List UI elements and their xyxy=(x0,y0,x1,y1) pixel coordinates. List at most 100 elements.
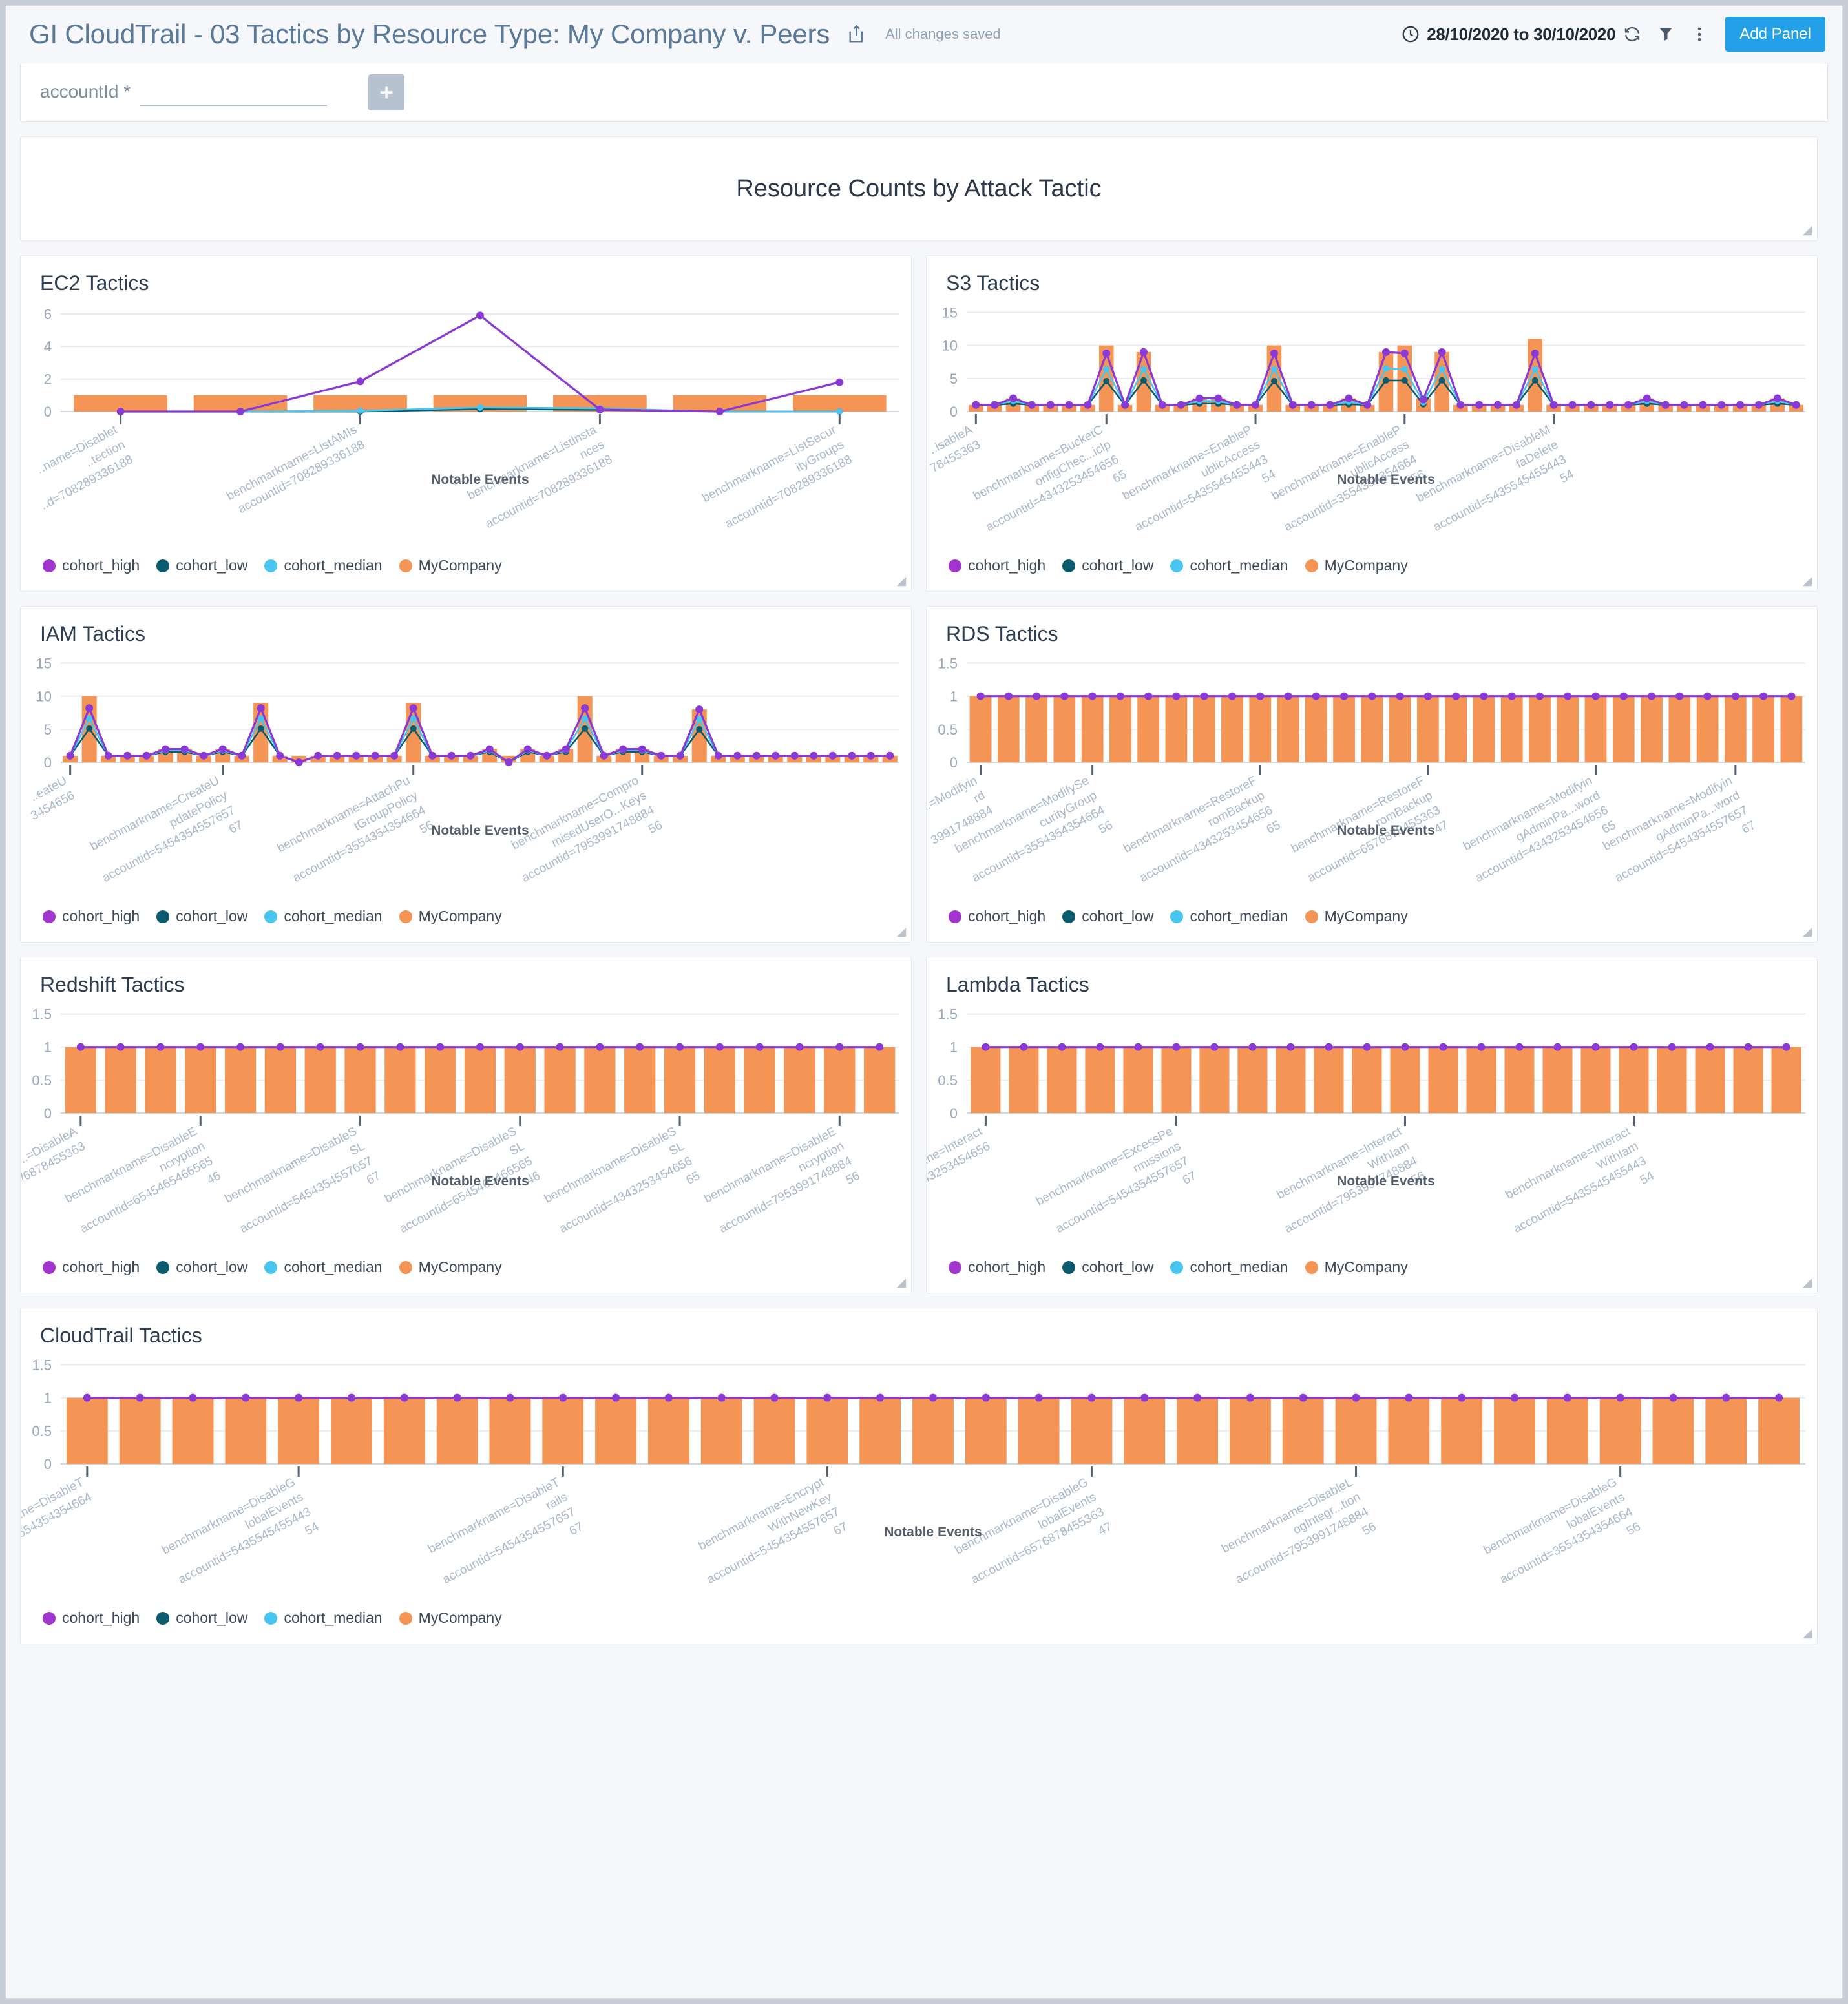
bar[interactable] xyxy=(1600,1398,1641,1464)
bar[interactable] xyxy=(624,1047,655,1113)
bar[interactable] xyxy=(1613,696,1635,762)
bar[interactable] xyxy=(971,1047,1000,1113)
data-point[interactable] xyxy=(396,1043,404,1051)
data-point[interactable] xyxy=(1363,401,1371,409)
data-point[interactable] xyxy=(67,752,74,760)
data-point[interactable] xyxy=(1140,348,1148,356)
data-point[interactable] xyxy=(357,377,364,385)
data-point[interactable] xyxy=(258,725,264,732)
data-point[interactable] xyxy=(372,752,379,760)
data-point[interactable] xyxy=(506,1394,514,1402)
data-point[interactable] xyxy=(836,408,843,415)
data-point[interactable] xyxy=(753,752,761,760)
resize-handle[interactable] xyxy=(1801,225,1813,236)
bar[interactable] xyxy=(1071,1398,1113,1464)
bar[interactable] xyxy=(824,1047,855,1113)
bar[interactable] xyxy=(664,1047,695,1113)
data-point[interactable] xyxy=(1382,348,1390,356)
bar[interactable] xyxy=(1177,1398,1218,1464)
data-point[interactable] xyxy=(1494,401,1502,409)
data-point[interactable] xyxy=(1717,401,1725,409)
bar[interactable] xyxy=(1388,1398,1429,1464)
bar[interactable] xyxy=(806,1398,848,1464)
data-point[interactable] xyxy=(1383,366,1389,372)
legend-item-cohort_low[interactable]: cohort_low xyxy=(156,1258,247,1276)
bar[interactable] xyxy=(859,1398,901,1464)
legend-item-cohort_high[interactable]: cohort_high xyxy=(949,557,1045,574)
legend-item-MyCompany[interactable]: MyCompany xyxy=(399,1258,502,1276)
data-point[interactable] xyxy=(676,1043,684,1051)
accountid-input[interactable] xyxy=(140,79,327,106)
data-point[interactable] xyxy=(1363,1043,1370,1051)
data-point[interactable] xyxy=(1606,401,1613,409)
data-point[interactable] xyxy=(357,408,364,414)
bar[interactable] xyxy=(584,1047,615,1113)
data-point[interactable] xyxy=(1630,1043,1638,1051)
data-point[interactable] xyxy=(86,725,92,732)
bar[interactable] xyxy=(998,696,1020,762)
bar[interactable] xyxy=(465,1047,496,1113)
data-point[interactable] xyxy=(1439,377,1445,384)
data-point[interactable] xyxy=(1508,693,1516,700)
data-point[interactable] xyxy=(277,1043,284,1051)
data-point[interactable] xyxy=(1214,395,1222,402)
data-point[interactable] xyxy=(1096,1043,1104,1051)
data-point[interactable] xyxy=(156,1043,164,1051)
bar[interactable] xyxy=(1781,696,1803,762)
data-point[interactable] xyxy=(562,746,570,753)
data-point[interactable] xyxy=(1775,1394,1783,1402)
bar[interactable] xyxy=(1657,1047,1686,1113)
bar[interactable] xyxy=(1352,1047,1381,1113)
legend-item-cohort_low[interactable]: cohort_low xyxy=(156,557,247,574)
data-point[interactable] xyxy=(1117,693,1124,700)
data-point[interactable] xyxy=(716,1043,724,1051)
data-point[interactable] xyxy=(516,1043,524,1051)
data-point[interactable] xyxy=(236,1043,244,1051)
data-point[interactable] xyxy=(991,401,998,409)
data-point[interactable] xyxy=(238,752,246,760)
data-point[interactable] xyxy=(1420,396,1427,404)
data-point[interactable] xyxy=(665,1394,673,1402)
data-point[interactable] xyxy=(1084,401,1091,409)
data-point[interactable] xyxy=(136,1394,144,1402)
bar[interactable] xyxy=(1283,1398,1324,1464)
bar[interactable] xyxy=(505,1047,536,1113)
data-point[interactable] xyxy=(1401,350,1409,357)
bar[interactable] xyxy=(384,1398,425,1464)
bar[interactable] xyxy=(1221,696,1243,762)
data-point[interactable] xyxy=(619,746,627,753)
data-point[interactable] xyxy=(1325,1043,1332,1051)
bar[interactable] xyxy=(1276,1047,1305,1113)
data-point[interactable] xyxy=(1210,1043,1218,1051)
data-point[interactable] xyxy=(295,758,303,766)
data-point[interactable] xyxy=(1531,350,1539,357)
bar[interactable] xyxy=(1653,1398,1694,1464)
data-point[interactable] xyxy=(1736,401,1744,409)
bar[interactable] xyxy=(173,1398,214,1464)
data-point[interactable] xyxy=(829,752,837,760)
bar[interactable] xyxy=(105,1047,136,1113)
data-point[interactable] xyxy=(1706,1043,1714,1051)
legend-item-cohort_median[interactable]: cohort_median xyxy=(264,557,382,574)
data-point[interactable] xyxy=(733,752,741,760)
data-point[interactable] xyxy=(181,746,189,753)
data-point[interactable] xyxy=(454,1394,461,1402)
resize-handle[interactable] xyxy=(896,926,907,938)
data-point[interactable] xyxy=(1228,693,1236,700)
data-point[interactable] xyxy=(1402,377,1408,384)
bar[interactable] xyxy=(970,696,992,762)
data-point[interactable] xyxy=(77,1043,85,1051)
legend-item-cohort_high[interactable]: cohort_high xyxy=(43,1609,140,1627)
data-point[interactable] xyxy=(1396,693,1404,700)
data-point[interactable] xyxy=(543,752,551,760)
bar[interactable] xyxy=(120,1398,161,1464)
data-point[interactable] xyxy=(219,746,227,753)
data-point[interactable] xyxy=(1172,693,1180,700)
bar[interactable] xyxy=(1542,1047,1572,1113)
bar[interactable] xyxy=(1752,696,1774,762)
bar[interactable] xyxy=(1619,1047,1648,1113)
bar[interactable] xyxy=(1249,696,1271,762)
bar[interactable] xyxy=(1445,696,1467,762)
data-point[interactable] xyxy=(1252,401,1259,409)
resize-handle[interactable] xyxy=(1801,1277,1813,1289)
